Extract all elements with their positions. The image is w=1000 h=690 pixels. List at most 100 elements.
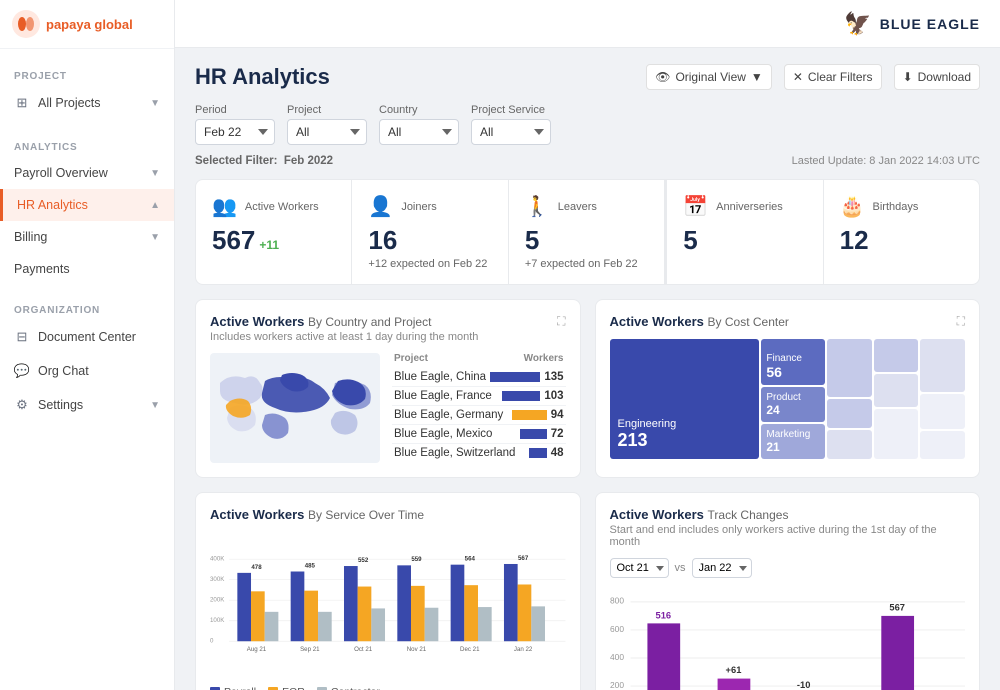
table-row: Blue Eagle, Germany 94	[392, 406, 566, 425]
papaya-logo-icon	[12, 10, 40, 38]
filters-row: Period Feb 22 Project All Country All Pr…	[195, 104, 980, 145]
last-update-text: Lasted Update: 8 Jan 2022 14:03 UTC	[792, 155, 980, 167]
org-chat-label: Org Chat	[38, 364, 89, 378]
hr-analytics-label: HR Analytics	[17, 198, 88, 212]
original-view-button[interactable]: 👁 Original View ▼	[646, 64, 772, 90]
service-bar-chart: 400K 300K 200K 100K 0	[210, 530, 566, 680]
download-button[interactable]: ⬇ Download	[894, 64, 980, 90]
anniversary-icon: 📅	[683, 194, 708, 219]
country-select[interactable]: All	[379, 119, 459, 145]
track-from-select[interactable]: Oct 21	[610, 558, 669, 578]
leavers-icon: 🚶	[525, 194, 550, 219]
hr-analytics-item[interactable]: HR Analytics ▲	[0, 189, 174, 221]
settings-label: Settings	[38, 398, 83, 412]
download-icon: ⬇	[903, 70, 913, 84]
bottom-charts: Active Workers By Service Over Time 400K…	[195, 492, 980, 690]
svg-text:600: 600	[610, 624, 624, 634]
filter-icon: ✕	[793, 70, 803, 84]
treemap: Engineering 213 Finance 56 Product 24	[610, 339, 966, 459]
service-chart-legend: Payroll EOR Contractor	[210, 686, 566, 690]
org-chat-item[interactable]: 💬 Org Chat	[0, 354, 174, 388]
stat-cards: 👥 Active Workers 567 +11 👤 Joiners 16 +1…	[195, 179, 980, 285]
selected-filter-text: Selected Filter: Feb 2022	[195, 155, 333, 167]
document-center-label: Document Center	[38, 330, 136, 344]
extra-col-1	[827, 339, 872, 459]
stat-anniverseries: 📅 Anniverseries 5	[665, 180, 823, 284]
service-filter: Project Service All	[471, 104, 551, 145]
country-label: Country	[379, 104, 459, 116]
hr-chevron-icon: ▲	[150, 200, 160, 211]
papaya-logo-text: papaya global	[46, 17, 133, 32]
document-center-item[interactable]: ⊟ Document Center	[0, 320, 174, 354]
svg-text:300K: 300K	[210, 576, 225, 583]
engineering-block: Engineering 213	[610, 339, 760, 459]
active-workers-delta: +11	[259, 238, 279, 252]
period-label: Period	[195, 104, 275, 116]
svg-text:400: 400	[610, 652, 624, 662]
project-select[interactable]: All	[287, 119, 367, 145]
payroll-overview-item[interactable]: Payroll Overview ▼	[0, 157, 174, 189]
finance-block: Finance 56	[761, 339, 825, 385]
svg-text:564: 564	[465, 556, 476, 563]
service-label: Project Service	[471, 104, 551, 116]
active-workers-value: 567	[212, 225, 255, 256]
page-header: HR Analytics 👁 Original View ▼ ✕ Clear F…	[195, 64, 980, 90]
joiners-value: 16	[368, 225, 491, 256]
birthday-icon: 🎂	[840, 194, 865, 219]
stat-joiners: 👤 Joiners 16 +12 expected on Feb 22	[352, 180, 508, 284]
world-chart-title: Active Workers By Country and Project	[210, 314, 478, 329]
svg-text:516: 516	[655, 611, 671, 621]
cost-center-expand-icon[interactable]: ⛶	[957, 314, 965, 329]
world-chart-subtitle: Includes workers active at least 1 day d…	[210, 331, 478, 343]
marketing-block: Marketing 21	[761, 424, 825, 459]
payments-label: Payments	[14, 262, 70, 276]
selected-filter-row: Selected Filter: Feb 2022 Lasted Update:…	[195, 155, 980, 167]
world-table: ProjectWorkers Blue Eagle, China 135 Blu…	[392, 353, 566, 463]
clear-filters-button[interactable]: ✕ Clear Filters	[784, 64, 882, 90]
cost-center-card: Active Workers By Cost Center ⛶ Engineer…	[595, 299, 981, 478]
svg-text:Dec 21: Dec 21	[460, 646, 480, 653]
projects-chevron-icon: ▼	[150, 98, 160, 109]
extra-col-3	[920, 339, 965, 459]
legend-eor: EOR	[268, 686, 305, 690]
payroll-overview-label: Payroll Overview	[14, 166, 108, 180]
period-select[interactable]: Feb 22	[195, 119, 275, 145]
page-title: HR Analytics	[195, 64, 330, 90]
stat-leavers: 🚶 Leavers 5 +7 expected on Feb 22	[509, 180, 665, 284]
legend-contractor: Contractor	[317, 686, 380, 690]
chat-icon: 💬	[14, 363, 30, 379]
billing-chevron-icon: ▼	[150, 232, 160, 243]
table-row: Blue Eagle, France 103	[392, 387, 566, 406]
svg-text:Nov 21: Nov 21	[407, 646, 427, 653]
world-expand-icon[interactable]: ⛶	[557, 314, 565, 329]
anniverseries-value: 5	[683, 225, 806, 256]
svg-text:Jan 22: Jan 22	[514, 646, 533, 653]
svg-text:Aug 21: Aug 21	[247, 646, 267, 653]
track-changes-chart: 800 600 400 200 0 516 O	[610, 588, 966, 690]
service-over-time-card: Active Workers By Service Over Time 400K…	[195, 492, 581, 690]
all-projects-dropdown[interactable]: ⊞ All Projects ▼	[0, 86, 174, 120]
svg-text:200K: 200K	[210, 597, 225, 604]
leavers-delta: +7 expected on Feb 22	[525, 258, 648, 270]
svg-text:567: 567	[518, 555, 529, 562]
project-filter: Project All	[287, 104, 367, 145]
billing-item[interactable]: Billing ▼	[0, 221, 174, 253]
track-changes-subtitle: Start and end includes only workers acti…	[610, 524, 966, 548]
svg-text:552: 552	[358, 557, 369, 564]
track-to-select[interactable]: Jan 22	[692, 558, 752, 578]
brand-area: 🦅 BLUE EAGLE	[844, 11, 980, 37]
birthdays-label: Birthdays	[873, 201, 919, 213]
table-row: Blue Eagle, China 135	[392, 368, 566, 387]
settings-item[interactable]: ⚙ Settings ▼	[0, 388, 174, 422]
joiners-delta: +12 expected on Feb 22	[368, 258, 491, 270]
payments-item[interactable]: Payments	[0, 253, 174, 285]
country-filter: Country All	[379, 104, 459, 145]
svg-text:Oct 21: Oct 21	[354, 646, 373, 653]
billing-label: Billing	[14, 230, 47, 244]
track-changes-filters: Oct 21 vs Jan 22	[610, 558, 966, 578]
cost-center-title: Active Workers By Cost Center	[610, 314, 789, 329]
service-select[interactable]: All	[471, 119, 551, 145]
leavers-label: Leavers	[558, 201, 597, 213]
track-chart-svg: 800 600 400 200 0 516 O	[610, 588, 966, 690]
svg-text:200: 200	[610, 680, 624, 690]
